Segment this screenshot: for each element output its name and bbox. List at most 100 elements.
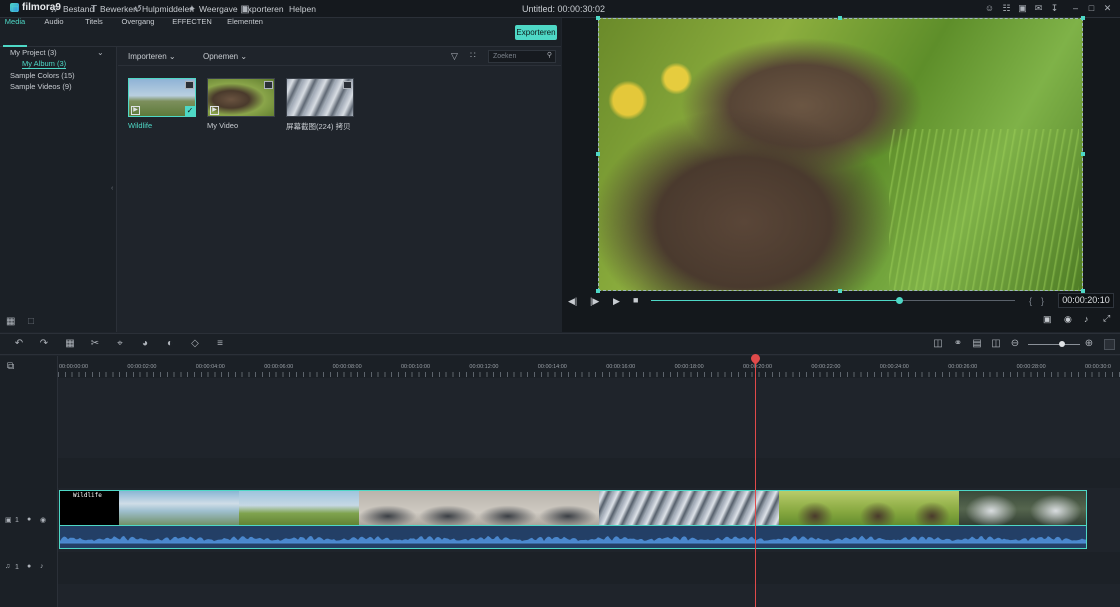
minimize-icon[interactable]: – bbox=[1070, 3, 1081, 14]
audio-mixer-icon[interactable]: ≡ bbox=[214, 338, 226, 349]
crop-icon[interactable]: ⌖ bbox=[114, 338, 126, 349]
media-thumb-my-video[interactable]: ▶ bbox=[207, 78, 275, 117]
display-icon[interactable]: ▣ bbox=[1043, 314, 1052, 325]
tree-item-sample-videos[interactable]: Sample Videos (9) bbox=[10, 82, 72, 91]
clip-audio-waveform[interactable] bbox=[59, 526, 1087, 549]
speaker-icon[interactable]: ♪ bbox=[40, 563, 44, 570]
undo-icon[interactable]: ↶ bbox=[13, 338, 25, 349]
clip-type-icon bbox=[185, 81, 194, 89]
menu-helpen[interactable]: Helpen bbox=[289, 4, 316, 14]
media-label-screenshot: 屏幕截图(224) 拷贝 bbox=[286, 122, 351, 131]
record-dropdown[interactable]: Opnemen ⌄ bbox=[203, 52, 247, 61]
microphone-icon[interactable]: ⚭ bbox=[952, 338, 964, 349]
add-track-icon[interactable]: ⧉ bbox=[7, 361, 14, 372]
eye-icon[interactable]: ◉ bbox=[40, 516, 46, 524]
clip-frame-marmots bbox=[779, 491, 959, 525]
import-dropdown[interactable]: Importeren ⌄ bbox=[128, 52, 176, 61]
resize-handle[interactable] bbox=[1081, 152, 1085, 156]
mark-out-icon[interactable]: } bbox=[1041, 296, 1044, 306]
play-step-icon[interactable]: |▶ bbox=[590, 296, 599, 307]
tab-titels[interactable]: T Titels bbox=[80, 0, 108, 29]
prev-frame-icon[interactable]: ◀| bbox=[568, 296, 577, 307]
zoom-slider-knob[interactable] bbox=[1059, 341, 1065, 347]
audio-track-1[interactable] bbox=[58, 552, 1120, 584]
green-screen-icon[interactable]: ◇ bbox=[189, 338, 201, 349]
chevron-down-icon[interactable]: ⌄ bbox=[97, 48, 104, 57]
collapse-panel-icon[interactable]: ‹ bbox=[111, 185, 113, 192]
fit-timeline-icon[interactable] bbox=[1104, 339, 1115, 350]
cut-icon[interactable]: ✂ bbox=[89, 338, 101, 349]
zoom-out-icon[interactable]: ⊖ bbox=[1009, 338, 1021, 349]
tree-item-sample-colors[interactable]: Sample Colors (15) bbox=[10, 71, 75, 80]
tab-overgang[interactable]: ↺ Overgang bbox=[120, 0, 156, 29]
snap-icon[interactable]: ◫ bbox=[990, 338, 1002, 349]
resize-handle[interactable] bbox=[1081, 16, 1085, 20]
zoom-in-icon[interactable]: ⊕ bbox=[1083, 338, 1095, 349]
redo-icon[interactable]: ↷ bbox=[38, 338, 50, 349]
monitor-icon[interactable]: ▣ bbox=[1017, 3, 1028, 14]
tab-elementen[interactable]: ▣ Elementen bbox=[226, 0, 264, 29]
remove-folder-icon[interactable]: □ bbox=[28, 316, 34, 327]
music-track-icon: ♫ bbox=[5, 563, 11, 570]
search-input[interactable]: Zoeken ⚲ bbox=[488, 50, 556, 63]
grid-view-icon[interactable]: ∷ bbox=[470, 50, 476, 61]
media-thumb-screenshot[interactable] bbox=[286, 78, 354, 117]
timeline-clip-wildlife[interactable]: Wildlife bbox=[59, 490, 1087, 526]
download-icon[interactable]: ↧ bbox=[1049, 3, 1060, 14]
lock-icon[interactable]: ● bbox=[27, 516, 31, 523]
video-track-number: 1 bbox=[15, 517, 19, 524]
clip-type-icon bbox=[343, 81, 352, 89]
shield-icon[interactable]: ◫ bbox=[932, 338, 944, 349]
voiceover-icon[interactable]: ▤ bbox=[971, 338, 983, 349]
grass-texture bbox=[889, 129, 1079, 290]
mark-in-icon[interactable]: { bbox=[1029, 296, 1032, 306]
play-icon[interactable]: ▶ bbox=[613, 296, 620, 307]
music-note-icon: ♫ bbox=[50, 4, 58, 15]
ruler-label: 00:00:18:00 bbox=[674, 364, 704, 370]
text-icon: T bbox=[90, 4, 98, 15]
resize-handle[interactable] bbox=[596, 152, 600, 156]
folder-icon: □ bbox=[11, 4, 19, 15]
clip-title-frame: Wildlife bbox=[60, 491, 119, 525]
lock-icon[interactable]: ● bbox=[27, 563, 31, 570]
fullscreen-icon[interactable]: ⤢ bbox=[1103, 313, 1110, 324]
add-folder-icon[interactable]: ▦ bbox=[6, 316, 15, 327]
tab-audio[interactable]: ♫ Audio bbox=[40, 0, 68, 29]
waveform-graphic bbox=[60, 535, 1086, 544]
ruler-label: 00:00:20:00 bbox=[743, 364, 773, 370]
media-thumb-wildlife[interactable]: ▶ ✓ bbox=[128, 78, 196, 117]
ruler-label: 00:00:14:00 bbox=[537, 364, 567, 370]
ruler-label: 00:00:10:00 bbox=[401, 364, 431, 370]
preview-video-frame[interactable] bbox=[598, 18, 1083, 291]
video-icon: ▶ bbox=[210, 106, 219, 115]
delete-icon[interactable]: ▦ bbox=[64, 338, 76, 349]
tab-effecten[interactable]: ✦ EFFECTEN bbox=[172, 0, 212, 29]
account-icon[interactable]: ☺ bbox=[984, 3, 995, 14]
clip-frame-birds bbox=[239, 491, 359, 525]
volume-icon[interactable]: ♪ bbox=[1084, 314, 1089, 324]
color-icon[interactable]: ◐ bbox=[164, 338, 176, 349]
cart-icon[interactable]: ☷ bbox=[1001, 3, 1012, 14]
preview-progress-knob[interactable] bbox=[895, 297, 903, 304]
maximize-icon[interactable]: □ bbox=[1086, 3, 1097, 14]
resize-handle[interactable] bbox=[596, 16, 600, 20]
zoom-slider-track[interactable] bbox=[1028, 344, 1080, 345]
image-icon: ▣ bbox=[240, 4, 250, 15]
filter-icon[interactable]: ▽ bbox=[451, 51, 458, 62]
stop-icon[interactable]: ■ bbox=[633, 295, 638, 305]
close-icon[interactable]: ✕ bbox=[1102, 3, 1113, 14]
tab-media[interactable]: □ Media bbox=[2, 0, 28, 29]
tree-item-my-project[interactable]: My Project (3) bbox=[10, 48, 57, 57]
clip-frame-goats bbox=[959, 491, 1086, 525]
playhead-line[interactable] bbox=[755, 358, 756, 607]
snapshot-icon[interactable]: ◉ bbox=[1064, 314, 1072, 325]
mail-icon[interactable]: ✉ bbox=[1033, 3, 1044, 14]
export-button[interactable]: Exporteren bbox=[515, 25, 557, 40]
clip-frame-seals bbox=[359, 491, 599, 525]
audio-track-number: 1 bbox=[15, 564, 19, 571]
speed-icon[interactable]: ◕ bbox=[139, 338, 151, 349]
tree-item-my-album[interactable]: My Album (3) bbox=[22, 59, 67, 69]
video-track-icon: ▣ bbox=[5, 517, 12, 524]
empty-track-area[interactable] bbox=[58, 378, 1120, 458]
resize-handle[interactable] bbox=[838, 16, 842, 20]
